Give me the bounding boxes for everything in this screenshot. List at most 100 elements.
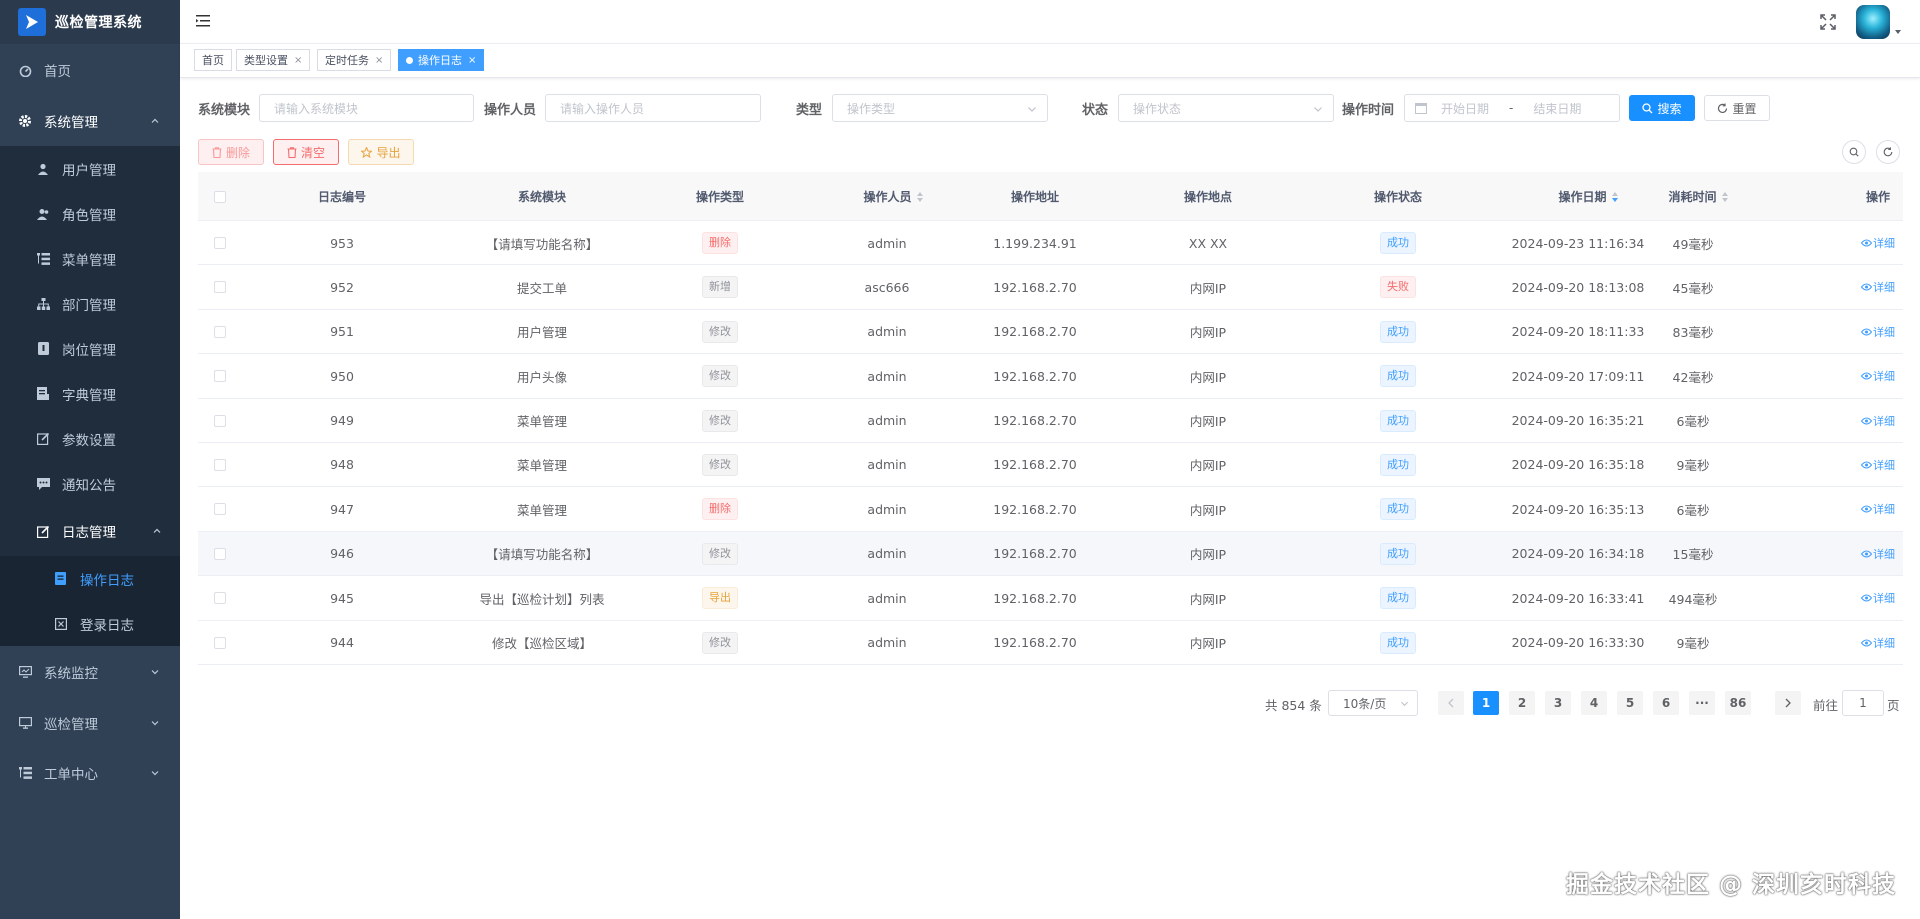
detail-link[interactable]: 详细 xyxy=(1861,590,1895,606)
fullscreen-icon[interactable] xyxy=(1820,14,1836,30)
page-number-button[interactable]: 4 xyxy=(1581,691,1607,715)
row-checkbox[interactable] xyxy=(214,592,226,605)
sidebar-item-home[interactable]: 首页 xyxy=(0,44,180,96)
row-checkbox[interactable] xyxy=(214,237,226,249)
prev-page-button[interactable] xyxy=(1438,691,1464,715)
row-checkbox[interactable] xyxy=(214,636,226,649)
sidebar-item-label: 工单中心 xyxy=(44,767,98,783)
cell-module: 【请填写功能名称】 xyxy=(485,236,599,252)
sidebar-item-departments[interactable]: 部门管理 xyxy=(0,281,180,326)
module-input[interactable]: 请输入系统模块 xyxy=(259,94,474,122)
sidebar-item-logs[interactable]: 日志管理 xyxy=(0,506,180,556)
page-number-button[interactable]: 2 xyxy=(1509,691,1535,715)
operator-input[interactable]: 请输入操作人员 xyxy=(545,94,761,122)
toggle-search-button[interactable] xyxy=(1842,140,1866,164)
sort-icon[interactable] xyxy=(916,191,923,202)
detail-link[interactable]: 详细 xyxy=(1861,635,1895,651)
avatar[interactable] xyxy=(1856,5,1890,39)
detail-label: 详细 xyxy=(1873,237,1895,250)
export-button[interactable]: 导出 xyxy=(348,139,414,165)
sidebar-item-users[interactable]: 用户管理 xyxy=(0,146,180,191)
detail-link[interactable]: 详细 xyxy=(1861,279,1895,295)
sidebar-item-monitor[interactable]: 系统监控 xyxy=(0,646,180,698)
status-select[interactable]: 操作状态 xyxy=(1118,94,1334,122)
type-select[interactable]: 操作类型 xyxy=(832,94,1048,122)
detail-link[interactable]: 详细 xyxy=(1861,368,1895,384)
reset-button[interactable]: 重置 xyxy=(1704,95,1770,121)
tag-home[interactable]: 首页 xyxy=(194,49,232,71)
table-row[interactable]: 953 【请填写功能名称】 删除 admin 1.199.234.91 XX XX 成功 20… xyxy=(198,221,1903,266)
detail-link[interactable]: 详细 xyxy=(1861,501,1895,517)
sidebar-item-params[interactable]: 参数设置 xyxy=(0,416,180,461)
close-icon[interactable]: × xyxy=(375,55,383,66)
sidebar-item-menus[interactable]: 菜单管理 xyxy=(0,236,180,281)
table-row[interactable]: 948 菜单管理 修改 admin 192.168.2.70 内网IP 成功 2024-09-… xyxy=(198,443,1903,488)
sort-icon[interactable] xyxy=(1611,191,1618,202)
page-number-button[interactable]: 86 xyxy=(1725,691,1751,715)
detail-link[interactable]: 详细 xyxy=(1861,324,1895,340)
detail-link[interactable]: 详细 xyxy=(1861,413,1895,429)
close-icon[interactable]: × xyxy=(294,55,302,66)
page-number-button[interactable]: 1 xyxy=(1473,691,1499,715)
detail-link[interactable]: 详细 xyxy=(1861,457,1895,473)
start-date-placeholder[interactable]: 开始日期 xyxy=(1441,100,1489,117)
page-number-button[interactable]: 5 xyxy=(1617,691,1643,715)
table-row[interactable]: 946 【请填写功能名称】 修改 admin 192.168.2.70 内网IP 成功 202… xyxy=(198,531,1903,577)
row-select-cell xyxy=(198,532,242,576)
sort-icon[interactable] xyxy=(1721,191,1728,202)
chevron-down-icon xyxy=(1400,701,1409,707)
sidebar-item-system[interactable]: 系统管理 xyxy=(0,96,180,146)
date-range-picker[interactable]: 开始日期 - 结束日期 xyxy=(1404,94,1620,122)
table-row[interactable]: 947 菜单管理 删除 admin 192.168.2.70 内网IP 成功 2024-09-… xyxy=(198,487,1903,532)
table-row[interactable]: 949 菜单管理 修改 admin 192.168.2.70 内网IP 成功 2024-09-… xyxy=(198,399,1903,443)
detail-link[interactable]: 详细 xyxy=(1861,546,1895,562)
sidebar-item-label: 巡检管理 xyxy=(44,717,98,733)
calendar-icon xyxy=(1415,103,1427,114)
row-checkbox[interactable] xyxy=(214,281,226,294)
table-row[interactable]: 950 用户头像 修改 admin 192.168.2.70 内网IP 成功 2024-09-… xyxy=(198,354,1903,399)
page-size-select[interactable]: 10条/页 xyxy=(1328,690,1418,716)
row-checkbox[interactable] xyxy=(214,370,226,383)
end-date-placeholder[interactable]: 结束日期 xyxy=(1533,100,1581,117)
cell-actions: 详细 xyxy=(1778,265,1920,309)
tag-oper-log[interactable]: 操作日志 × xyxy=(398,49,485,71)
tag-type-settings[interactable]: 类型设置 × xyxy=(236,49,311,71)
caret-down-icon[interactable] xyxy=(1894,28,1902,36)
col-cost[interactable]: 消耗时间 xyxy=(1618,172,1778,221)
clear-label: 清空 xyxy=(300,145,325,160)
row-checkbox[interactable] xyxy=(214,458,226,471)
sidebar-item-workorder[interactable]: 工单中心 xyxy=(0,748,180,798)
cell-loc: 内网IP xyxy=(1189,414,1227,430)
sidebar-item-inspection[interactable]: 巡检管理 xyxy=(0,698,180,748)
close-icon[interactable]: × xyxy=(468,55,476,66)
page-number-button[interactable]: 3 xyxy=(1545,691,1571,715)
hamburger-icon[interactable] xyxy=(196,13,212,29)
row-checkbox[interactable] xyxy=(214,325,226,338)
refresh-table-button[interactable] xyxy=(1876,140,1900,164)
row-checkbox[interactable] xyxy=(214,414,226,427)
tag-scheduled-task[interactable]: 定时任务 × xyxy=(317,49,392,71)
delete-button[interactable]: 删除 xyxy=(198,139,264,165)
sidebar-item-login-log[interactable]: 登录日志 xyxy=(0,601,180,646)
search-button[interactable]: 搜索 xyxy=(1629,95,1695,121)
next-page-button[interactable] xyxy=(1775,691,1801,715)
select-all-checkbox[interactable] xyxy=(214,190,226,203)
detail-link[interactable]: 详细 xyxy=(1861,235,1895,251)
page-jump-input[interactable]: 1 xyxy=(1842,690,1884,716)
sidebar-item-oper-log[interactable]: 操作日志 xyxy=(0,556,180,601)
sidebar-item-roles[interactable]: 角色管理 xyxy=(0,191,180,236)
table-row[interactable]: 945 导出【巡检计划】列表 导出 admin 192.168.2.70 内网IP 成功 20… xyxy=(198,576,1903,621)
row-checkbox[interactable] xyxy=(214,503,226,516)
row-checkbox[interactable] xyxy=(214,547,226,560)
table-row[interactable]: 952 提交工单 新增 asc666 192.168.2.70 内网IP 失败 2024-09… xyxy=(198,265,1903,310)
sidebar-item-posts[interactable]: 岗位管理 xyxy=(0,326,180,371)
page-ellipsis[interactable]: ··· xyxy=(1689,691,1715,715)
logo[interactable]: 巡检管理系统 xyxy=(0,0,180,44)
sidebar-item-notice[interactable]: 通知公告 xyxy=(0,461,180,506)
table-row[interactable]: 944 修改【巡检区域】 修改 admin 192.168.2.70 内网IP 成功 2024… xyxy=(198,621,1903,665)
table-row[interactable]: 951 用户管理 修改 admin 192.168.2.70 内网IP 成功 2024-09-… xyxy=(198,310,1903,355)
row-select-cell xyxy=(198,310,242,354)
clear-button[interactable]: 清空 xyxy=(273,139,339,165)
sidebar-item-dict[interactable]: 字典管理 xyxy=(0,371,180,416)
page-number-button[interactable]: 6 xyxy=(1653,691,1679,715)
